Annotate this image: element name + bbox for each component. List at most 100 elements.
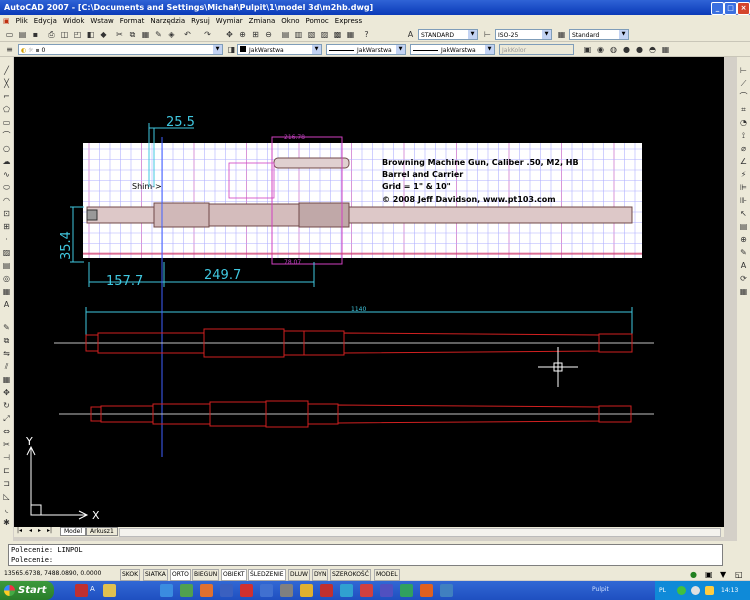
ellipse-icon[interactable]: ⬭ <box>1 182 12 193</box>
minimize-button[interactable]: _ <box>711 2 724 15</box>
close-button[interactable]: × <box>737 2 750 15</box>
new-icon[interactable]: ▭ <box>4 29 15 40</box>
fillet-icon[interactable]: ◟ <box>1 504 12 515</box>
render-icon[interactable]: ◉ <box>595 44 606 55</box>
tray-volume-icon[interactable] <box>705 586 714 595</box>
barrel-profile-top[interactable] <box>54 328 654 358</box>
point-icon[interactable]: · <box>1 234 12 245</box>
array-icon[interactable]: ▦ <box>1 374 12 385</box>
arc-length-icon[interactable]: ⌒ <box>738 91 749 102</box>
pulpit-label[interactable]: Pulpit <box>592 586 609 593</box>
comm-center-icon[interactable]: ● <box>690 569 697 581</box>
arc-icon[interactable]: ⌒ <box>1 130 12 141</box>
osnap-toggle[interactable]: OBIEKT <box>221 569 247 581</box>
cut-icon[interactable]: ✂ <box>114 29 125 40</box>
maximize-button[interactable]: □ <box>724 2 737 15</box>
ordinate-icon[interactable]: ⌗ <box>738 104 749 115</box>
print-icon[interactable]: ⎙ <box>46 29 57 40</box>
aligned-dim-icon[interactable]: ⟋ <box>738 78 749 89</box>
stretch-icon[interactable]: ⇔ <box>1 426 12 437</box>
app-menu-icon[interactable]: ▣ <box>0 15 13 27</box>
make-layer-current-icon[interactable]: ◨ <box>226 44 237 55</box>
menu-format[interactable]: Format <box>117 15 148 27</box>
text-style-select[interactable]: STANDARD ▼ <box>418 29 478 40</box>
linear-dim-icon[interactable]: ⊢ <box>738 65 749 76</box>
horizontal-scrollbar[interactable] <box>119 528 721 537</box>
tab-nav-next-icon[interactable]: ▸ <box>38 527 41 534</box>
quicklaunch-10-icon[interactable] <box>340 584 353 597</box>
table-icon[interactable]: ▦ <box>1 286 12 297</box>
command-prompt[interactable]: Polecenie: <box>11 555 722 565</box>
sheetset-icon[interactable]: ▨ <box>319 29 330 40</box>
circle-icon[interactable]: ○ <box>1 143 12 154</box>
rotate-icon[interactable]: ↻ <box>1 400 12 411</box>
tab-arkusz1[interactable]: Arkusz1 <box>86 527 118 536</box>
menu-wymiar[interactable]: Wymiar <box>213 15 246 27</box>
erase-icon[interactable]: ✎ <box>1 322 12 333</box>
menu-rysuj[interactable]: Rysuj <box>188 15 213 27</box>
copy-object-icon[interactable]: ⧉ <box>1 335 12 346</box>
ortho-toggle[interactable]: ORTO <box>170 569 191 581</box>
quicklaunch-8-icon[interactable] <box>300 584 313 597</box>
quicklaunch-12-icon[interactable] <box>380 584 393 597</box>
save-icon[interactable]: ▪ <box>30 29 41 40</box>
material-icon[interactable]: ● <box>634 44 645 55</box>
quick-dim-icon[interactable]: ⚡ <box>738 169 749 180</box>
tab-nav-last-icon[interactable]: ▸| <box>47 527 52 534</box>
designcenter-icon[interactable]: ▥ <box>293 29 304 40</box>
help-icon[interactable]: ? <box>361 29 372 40</box>
quicklaunch-4-icon[interactable] <box>220 584 233 597</box>
quicklaunch-11-icon[interactable] <box>360 584 373 597</box>
dim-update-icon[interactable]: ⟳ <box>738 273 749 284</box>
dim-style-select[interactable]: ISO-25 ▼ <box>495 29 552 40</box>
trim-icon[interactable]: ✂ <box>1 439 12 450</box>
quicklaunch-2-icon[interactable] <box>180 584 193 597</box>
diameter-icon[interactable]: ⌀ <box>738 143 749 154</box>
paste-icon[interactable]: ▦ <box>140 29 151 40</box>
coordinates-readout[interactable]: 13565.6738, 7488.0890, 0.0000 <box>4 568 101 580</box>
explode-icon[interactable]: ✱ <box>1 517 12 528</box>
menu-wstaw[interactable]: Wstaw <box>87 15 116 27</box>
publish-icon[interactable]: ◰ <box>72 29 83 40</box>
undo-icon[interactable]: ↶ <box>182 29 193 40</box>
quicklaunch-3-icon[interactable] <box>200 584 213 597</box>
autocad-task-label[interactable]: A <box>90 585 95 593</box>
tab-model[interactable]: Model <box>60 527 87 536</box>
tray-network-icon[interactable] <box>691 586 700 595</box>
layer-manager-icon[interactable]: ≡ <box>4 44 15 55</box>
region-icon[interactable]: ◎ <box>1 273 12 284</box>
tolerance-icon[interactable]: ▤ <box>738 221 749 232</box>
autocad-task-icon[interactable] <box>75 584 88 597</box>
break-icon[interactable]: ⊏ <box>1 465 12 476</box>
calc-icon[interactable]: ▦ <box>345 29 356 40</box>
zoom-window-icon[interactable]: ⊞ <box>250 29 261 40</box>
dim-edit-icon[interactable]: ✎ <box>738 247 749 258</box>
angular-icon[interactable]: ∠ <box>738 156 749 167</box>
baseline-icon[interactable]: ⊫ <box>738 182 749 193</box>
pan-icon[interactable]: ✥ <box>224 29 235 40</box>
drawing-area[interactable]: Browning Machine Gun, Caliber .50, M2, H… <box>14 57 724 527</box>
light-icon[interactable]: ● <box>621 44 632 55</box>
rectangle-icon[interactable]: ▭ <box>1 117 12 128</box>
snap-toggle[interactable]: SKOK <box>120 569 141 581</box>
spline-icon[interactable]: ∿ <box>1 169 12 180</box>
start-button[interactable]: Start <box>0 581 54 600</box>
quicklaunch-7-icon[interactable] <box>280 584 293 597</box>
quicklaunch-6-icon[interactable] <box>260 584 273 597</box>
folder-task-icon[interactable] <box>103 584 116 597</box>
style-icon[interactable]: ▣ <box>582 44 593 55</box>
quicklaunch-1-icon[interactable] <box>160 584 173 597</box>
dyn-toggle[interactable]: DYN <box>312 569 329 581</box>
line-icon[interactable]: ╱ <box>1 65 12 76</box>
camera-icon[interactable]: ◓ <box>647 44 658 55</box>
qleader-icon[interactable]: ↖ <box>738 208 749 219</box>
chamfer-icon[interactable]: ◺ <box>1 491 12 502</box>
model-toggle[interactable]: MODEL <box>374 569 400 581</box>
gradient-icon[interactable]: ▤ <box>1 260 12 271</box>
make-block-icon[interactable]: ⊞ <box>1 221 12 232</box>
radius-icon[interactable]: ◔ <box>738 117 749 128</box>
polar-toggle[interactable]: BIEGUN <box>192 569 220 581</box>
menu-okno[interactable]: Okno <box>278 15 302 27</box>
revcloud-icon[interactable]: ☁ <box>1 156 12 167</box>
block-icon[interactable]: ◈ <box>166 29 177 40</box>
